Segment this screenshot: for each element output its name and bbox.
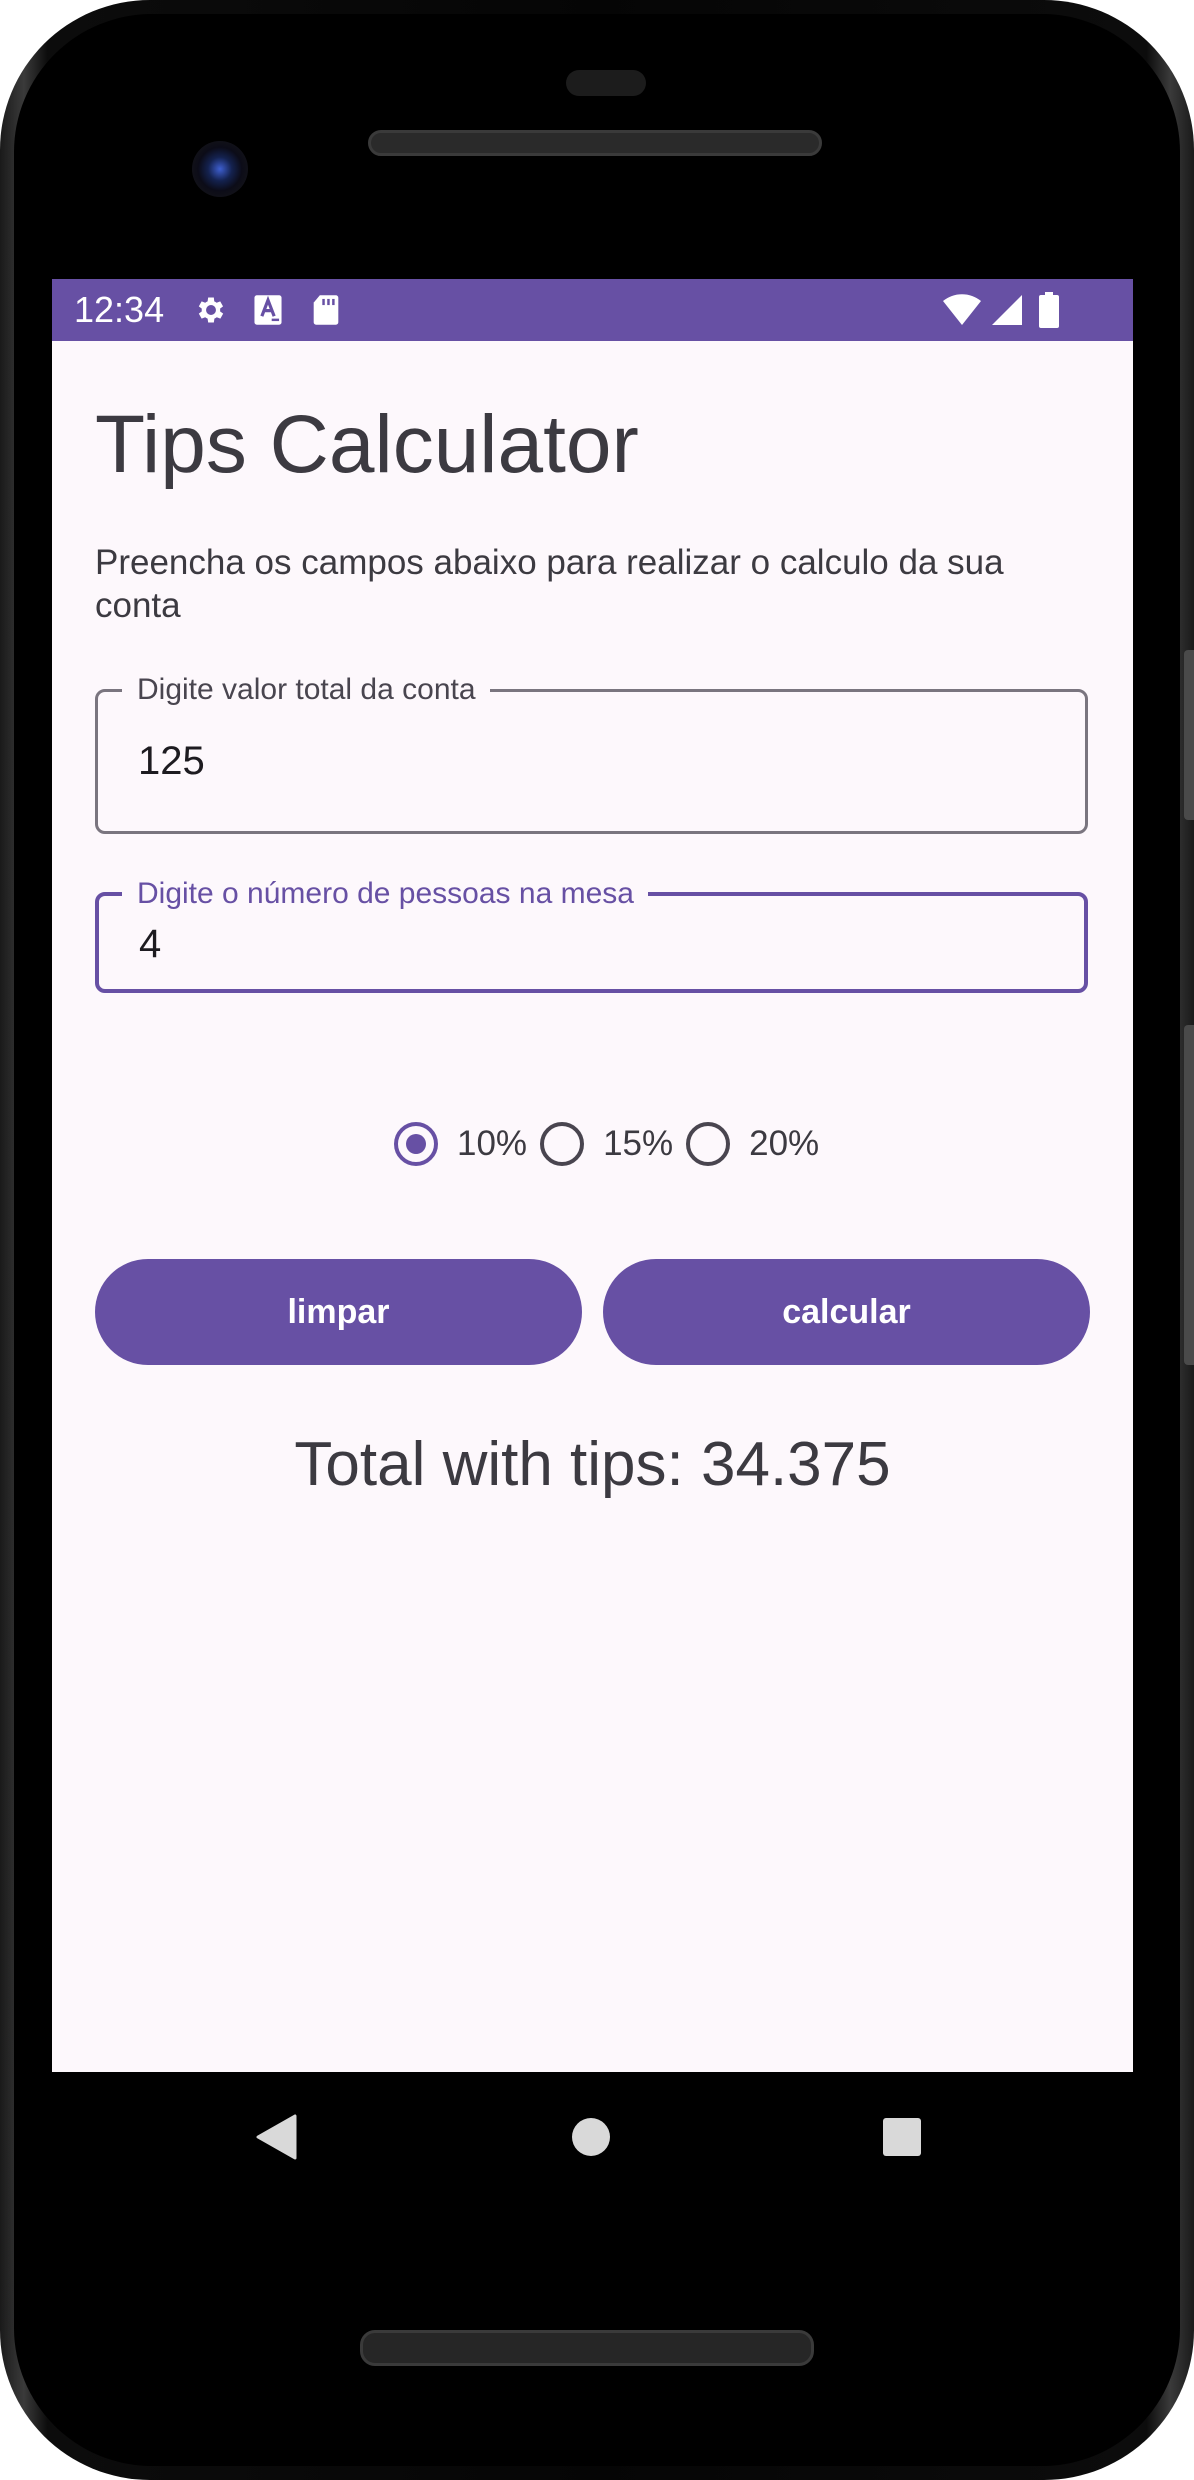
calculate-button[interactable]: calcular <box>603 1259 1090 1365</box>
radio-option-10[interactable]: 10% <box>394 1122 527 1166</box>
people-count-field[interactable]: Digite o número de pessoas na mesa 4 <box>95 874 1088 993</box>
wifi-icon <box>943 294 981 325</box>
recents-icon[interactable] <box>882 2117 922 2157</box>
power-button <box>1184 650 1194 820</box>
radio-label: 10% <box>457 1124 528 1163</box>
radio-button-checked[interactable] <box>394 1122 438 1166</box>
home-icon[interactable] <box>571 2117 611 2157</box>
result-text: Total with tips: 34.375 <box>294 1430 891 1499</box>
radio-label: 20% <box>749 1124 820 1163</box>
front-camera-icon <box>192 141 248 197</box>
sd-card-icon <box>313 295 339 325</box>
people-count-input[interactable]: 4 <box>139 920 161 968</box>
tip-percentage-radio-group: 10% 15% 20% <box>394 1114 832 1174</box>
battery-icon <box>1039 292 1059 328</box>
status-time: 12:34 <box>74 289 165 330</box>
phone-frame: 12:34 Tips Calculator Preencha os campos… <box>0 0 1194 2480</box>
app-screen: 12:34 Tips Calculator Preencha os campos… <box>52 279 1133 2072</box>
page-description: Preencha os campos abaixo para realizar … <box>95 543 1004 625</box>
radio-option-15[interactable]: 15% <box>540 1122 673 1166</box>
a-keyboard-icon <box>254 295 282 325</box>
people-count-label: Digite o número de pessoas na mesa <box>122 874 648 914</box>
radio-button[interactable] <box>540 1122 585 1166</box>
earpiece-speaker <box>368 130 822 156</box>
bottom-speaker <box>360 2330 814 2366</box>
bill-total-input[interactable]: 125 <box>138 737 205 785</box>
bill-total-field[interactable]: Digite valor total da conta 125 <box>95 670 1088 834</box>
signal-icon <box>992 295 1022 325</box>
radio-label: 15% <box>603 1124 674 1163</box>
page-title: Tips Calculator <box>95 399 639 490</box>
gear-icon <box>198 297 224 323</box>
back-icon[interactable] <box>255 2114 297 2160</box>
bill-total-label: Digite valor total da conta <box>122 670 490 710</box>
status-bar: 12:34 <box>52 279 1133 341</box>
radio-option-20[interactable]: 20% <box>686 1122 819 1166</box>
proximity-sensor <box>566 70 646 96</box>
volume-button <box>1184 1025 1194 1365</box>
clear-button[interactable]: limpar <box>95 1259 582 1365</box>
radio-button[interactable] <box>686 1122 731 1166</box>
